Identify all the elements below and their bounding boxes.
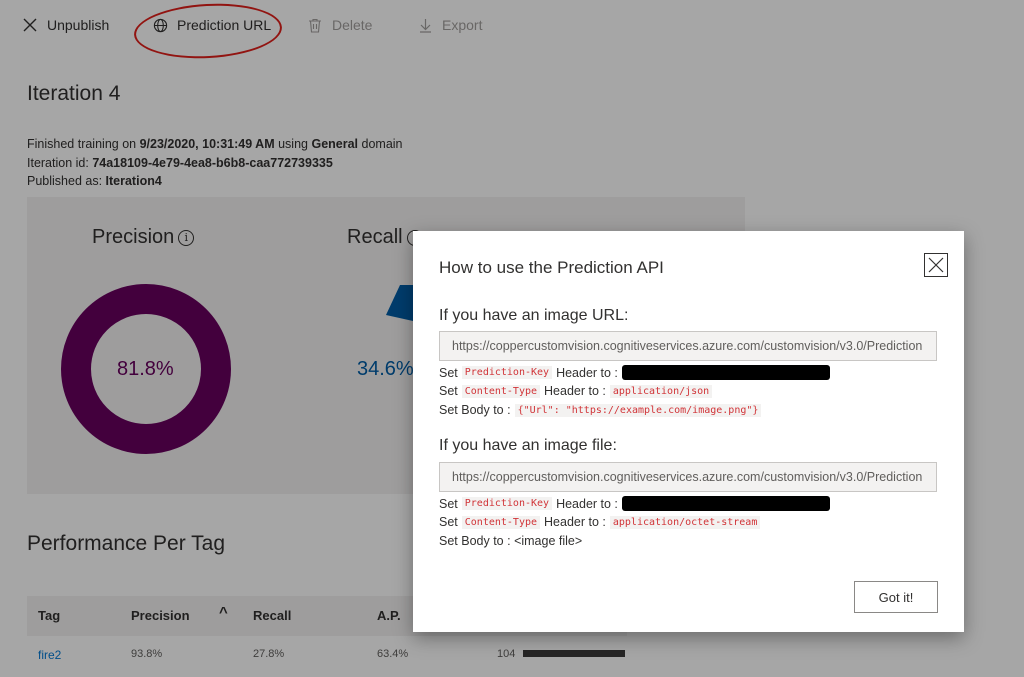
prediction-api-dialog: How to use the Prediction API If you hav…	[413, 231, 964, 632]
dialog-title: How to use the Prediction API	[439, 258, 664, 277]
prediction-key-code: Prediction-Key	[461, 366, 553, 379]
octet-type-code: application/octet-stream	[609, 515, 761, 529]
close-icon	[928, 257, 944, 273]
file-body-line: Set Body to : <image file>	[439, 534, 583, 548]
prediction-key-code: Prediction-Key	[461, 497, 553, 510]
url-prediction-key-line: Set Prediction-Key Header to :	[439, 365, 830, 380]
redacted-key	[621, 365, 830, 380]
image-file-endpoint-field[interactable]: https://coppercustomvision.cognitiveserv…	[439, 462, 937, 492]
image-file-placeholder: <image file>	[514, 534, 583, 548]
file-prediction-key-line: Set Prediction-Key Header to :	[439, 496, 830, 511]
json-type-code: application/json	[609, 384, 713, 398]
content-type-code: Content-Type	[461, 384, 541, 398]
image-url-heading: If you have an image URL:	[439, 307, 629, 324]
image-file-heading: If you have an image file:	[439, 437, 617, 454]
image-url-endpoint-field[interactable]: https://coppercustomvision.cognitiveserv…	[439, 331, 937, 361]
url-body-line: Set Body to : {"Url": "https://example.co…	[439, 403, 765, 417]
content-type-code: Content-Type	[461, 515, 541, 529]
got-it-button[interactable]: Got it!	[854, 581, 938, 613]
url-content-type-line: Set Content-Type Header to : application/js…	[439, 384, 716, 398]
redacted-key	[621, 496, 830, 511]
file-content-type-line: Set Content-Type Header to : application/oc…	[439, 515, 764, 529]
dialog-close-button[interactable]	[924, 253, 948, 277]
json-body-code: {"Url": "https://example.com/image.png"}	[514, 403, 762, 417]
